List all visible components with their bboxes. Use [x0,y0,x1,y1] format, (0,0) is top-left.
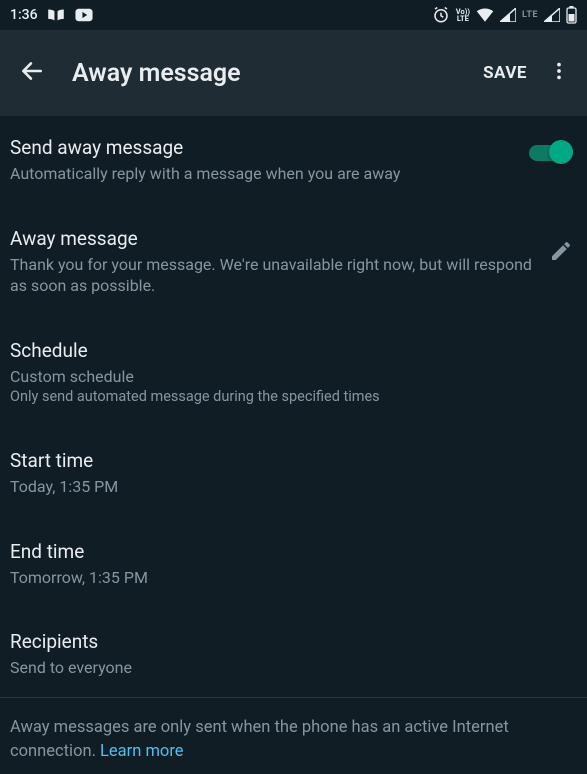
status-bar: 1:36 Vo))LTE LTE [0,0,587,30]
signal-icon-2 [544,8,560,22]
signal-icon-1 [500,8,516,22]
learn-more-link[interactable]: Learn more [100,742,183,761]
end-time-title: End time [10,540,573,563]
more-button[interactable] [539,49,579,97]
back-button[interactable] [8,49,56,97]
page-title: Away message [56,59,471,88]
footer-note: Away messages are only sent when the pho… [0,698,587,774]
away-message-row[interactable]: Away message Thank you for your message.… [0,211,587,309]
send-away-subtitle: Automatically reply with a message when … [10,163,529,185]
pencil-icon [549,248,573,267]
wifi-icon [476,8,494,22]
settings-content: Send away message Automatically reply wi… [0,116,587,774]
schedule-value: Custom schedule [10,366,573,388]
send-away-switch[interactable] [529,140,573,164]
schedule-hint: Only send automated message during the s… [10,387,573,407]
recipients-value: Send to everyone [10,657,573,679]
away-message-text: Thank you for your message. We're unavai… [10,254,539,297]
alarm-icon [432,6,450,24]
battery-icon [566,6,577,24]
recipients-row[interactable]: Recipients Send to everyone [0,614,587,691]
save-button[interactable]: SAVE [471,51,539,95]
footer-text: Away messages are only sent when the pho… [10,718,509,761]
youtube-icon [74,8,94,22]
schedule-row[interactable]: Schedule Custom schedule Only send autom… [0,323,587,419]
away-message-title: Away message [10,227,539,250]
app-bar: Away message SAVE [0,30,587,116]
start-time-value: Today, 1:35 PM [10,476,573,498]
book-icon [46,8,66,22]
end-time-value: Tomorrow, 1:35 PM [10,567,573,589]
start-time-title: Start time [10,449,573,472]
volte-icon: Vo))LTE [456,8,470,22]
edit-message-button[interactable] [549,239,573,267]
schedule-title: Schedule [10,339,573,362]
lte-label: LTE [522,10,538,20]
start-time-row[interactable]: Start time Today, 1:35 PM [0,433,587,510]
recipients-title: Recipients [10,630,573,653]
status-time: 1:36 [10,7,38,23]
send-away-title: Send away message [10,136,529,159]
arrow-left-icon [19,58,45,88]
more-vert-icon [548,60,570,86]
end-time-row[interactable]: End time Tomorrow, 1:35 PM [0,524,587,601]
send-away-toggle-row[interactable]: Send away message Automatically reply wi… [0,120,587,197]
